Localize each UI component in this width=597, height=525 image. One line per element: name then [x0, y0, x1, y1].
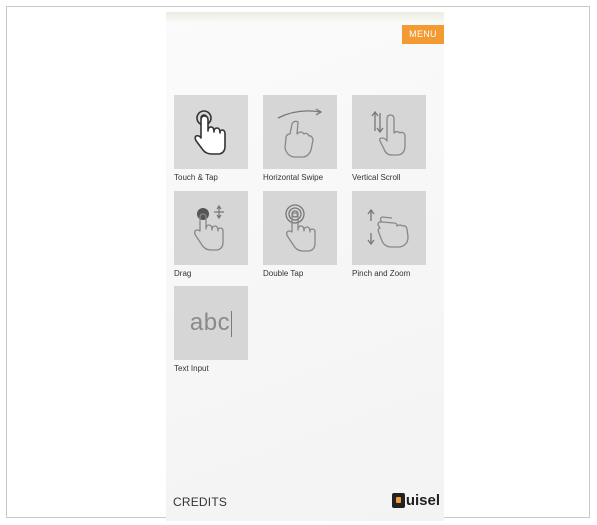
tile-label: Vertical Scroll: [352, 173, 401, 182]
tile-double-tap[interactable]: Double Tap: [263, 191, 337, 278]
tile-box: abc: [174, 286, 248, 360]
app-screen: MENU Touch & Tap Horizontal Swipe Vertic…: [166, 12, 444, 521]
logo-text: uisel: [405, 492, 440, 509]
credits-link[interactable]: CREDITS: [173, 495, 227, 509]
tile-label: Touch & Tap: [174, 173, 218, 182]
tile-label: Double Tap: [263, 269, 304, 278]
tile-box: [174, 95, 248, 169]
tile-horizontal-swipe[interactable]: Horizontal Swipe: [263, 95, 337, 182]
tile-label: Pinch and Zoom: [352, 269, 411, 278]
tile-box: [174, 191, 248, 265]
horizontal-swipe-icon: [277, 108, 323, 158]
pinch-zoom-icon: [367, 208, 409, 248]
tile-box: [263, 95, 337, 169]
tile-box: [263, 191, 337, 265]
tile-label: Drag: [174, 269, 192, 278]
tile-box: [352, 95, 426, 169]
tile-box: [352, 191, 426, 265]
double-tap-icon: [285, 204, 316, 252]
brand-logo: uisel: [391, 492, 440, 509]
text-input-icon: abc: [189, 309, 233, 337]
tile-touch-tap[interactable]: Touch & Tap: [174, 95, 248, 182]
tile-drag[interactable]: Drag: [174, 191, 248, 278]
status-strip: [166, 12, 444, 22]
drag-icon: [194, 204, 224, 251]
vertical-scroll-icon: [371, 110, 406, 156]
logo-icon: [391, 493, 405, 508]
tile-text-input[interactable]: abc Text Input: [174, 286, 248, 373]
tile-label: Text Input: [174, 364, 209, 373]
tile-pinch-zoom[interactable]: Pinch and Zoom: [352, 191, 426, 278]
tile-label: Horizontal Swipe: [263, 173, 324, 182]
touch-tap-icon: [194, 110, 226, 155]
menu-button[interactable]: MENU: [402, 25, 444, 44]
tile-vertical-scroll[interactable]: Vertical Scroll: [352, 95, 426, 182]
